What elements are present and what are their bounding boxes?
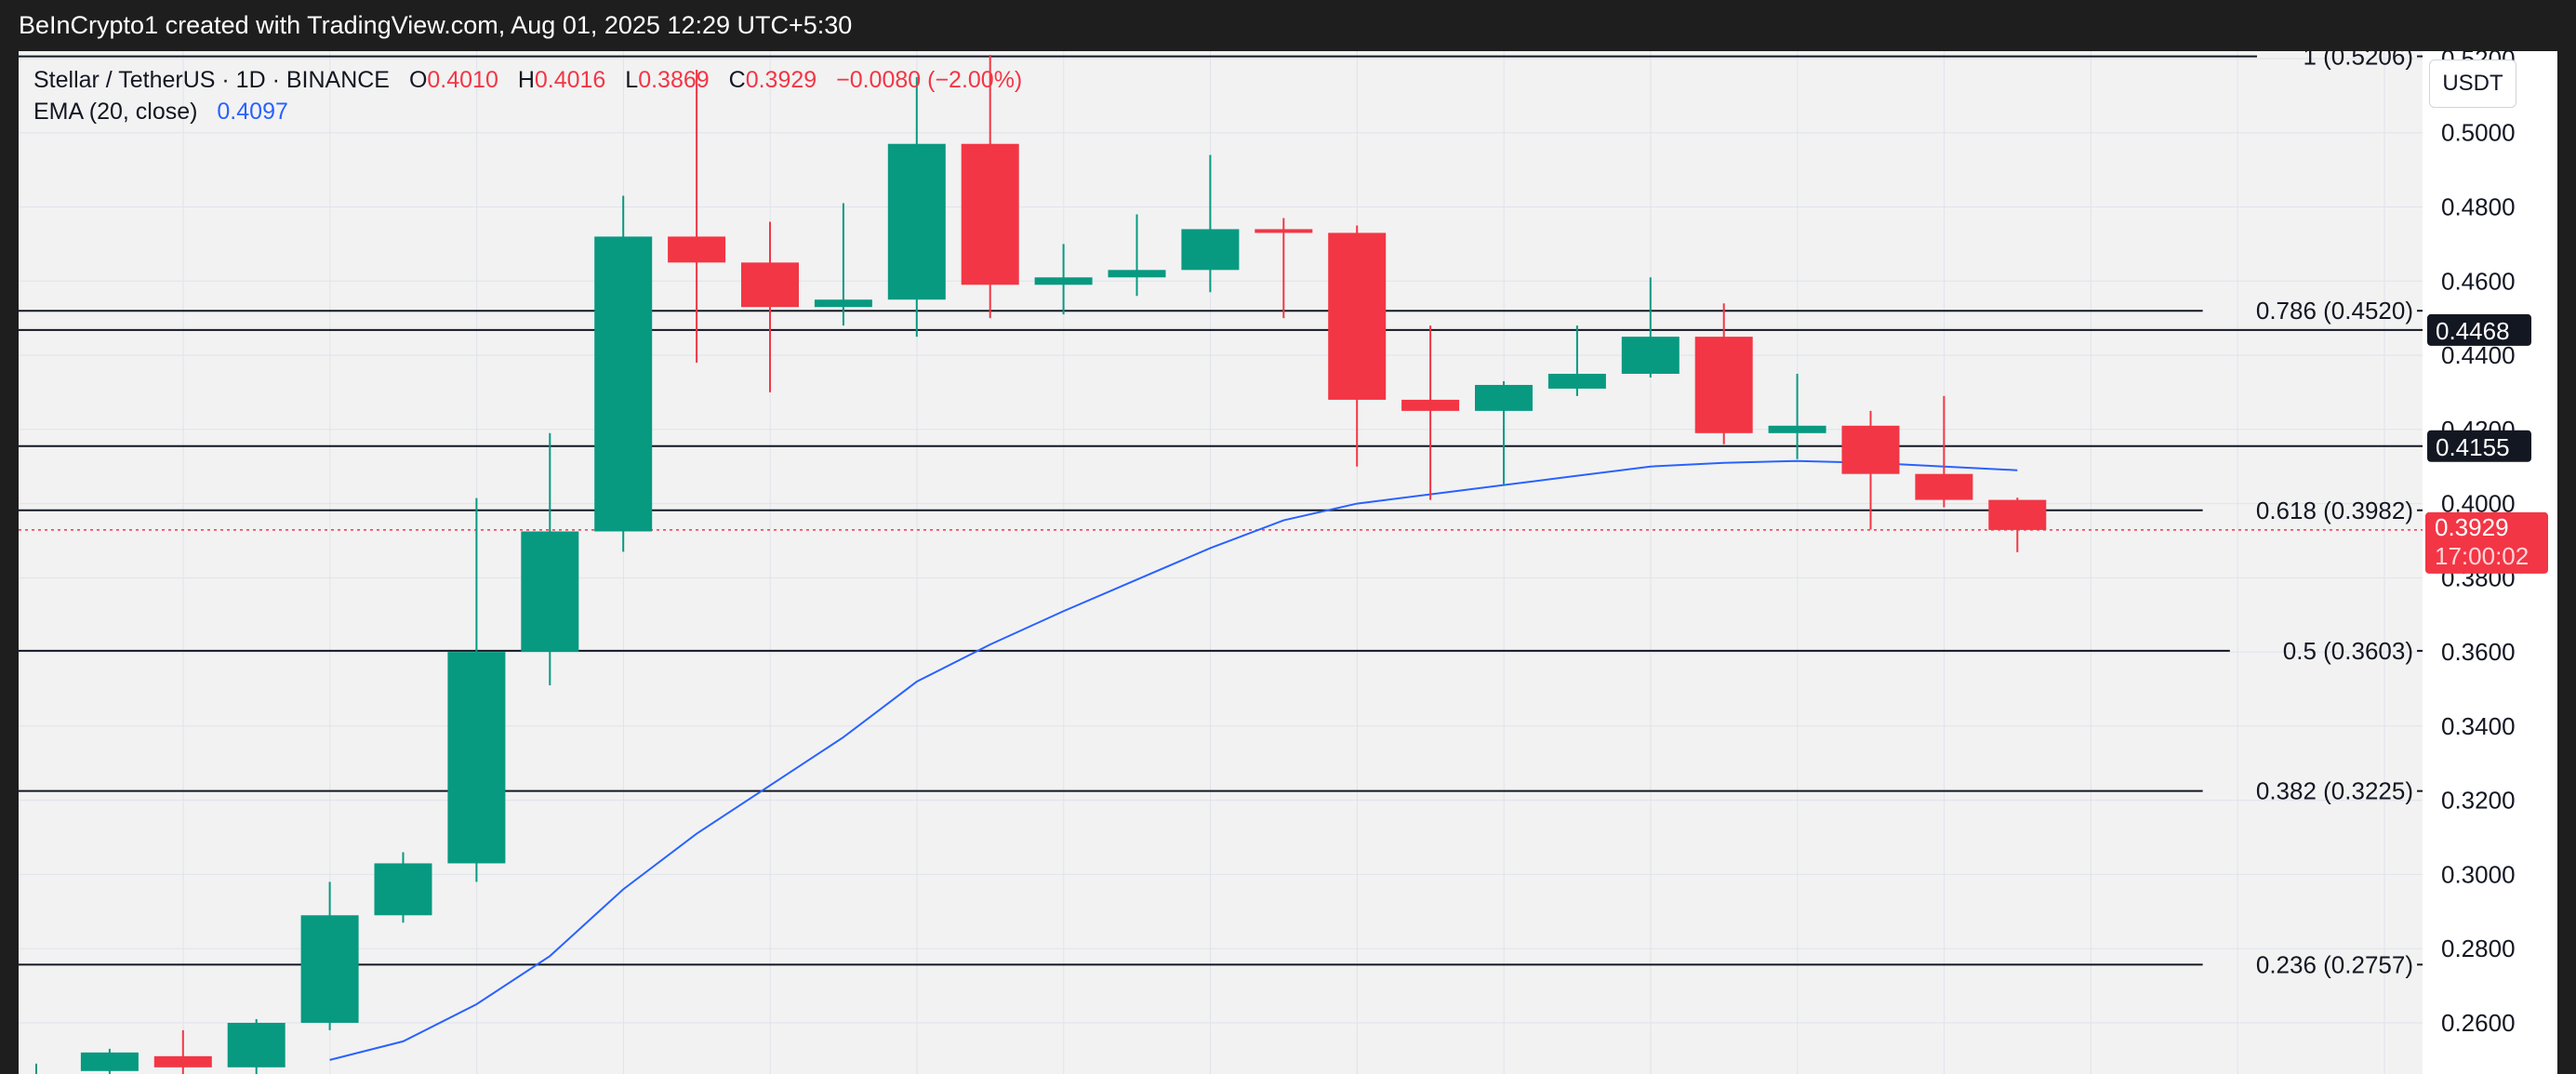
chart-canvas[interactable]: 0.52000.50000.48000.46000.44000.42000.40… — [19, 51, 2557, 1074]
attribution-text: BeInCrypto1 created with TradingView.com… — [19, 11, 853, 39]
open-value: 0.4010 — [427, 67, 498, 93]
candle-body[interactable] — [227, 1022, 285, 1067]
candle-body[interactable] — [447, 652, 506, 864]
candle-body[interactable] — [1475, 384, 1533, 411]
candle-body[interactable] — [668, 236, 726, 263]
low-value: 0.3869 — [638, 67, 710, 93]
high-label: H — [517, 67, 535, 93]
candle-body[interactable] — [1621, 337, 1680, 374]
candle-body[interactable] — [1255, 229, 1313, 233]
y-tick-label: 0.5000 — [2441, 119, 2516, 147]
close-label: C — [728, 67, 746, 93]
candle-body[interactable] — [887, 143, 946, 300]
fib-level-label: 0.236 (0.2757) — [2256, 950, 2413, 978]
fib-level-label: 0.382 (0.3225) — [2256, 777, 2413, 805]
candle-body[interactable] — [814, 299, 872, 308]
y-tick-label: 0.3200 — [2441, 787, 2516, 815]
candle-body[interactable] — [741, 262, 799, 308]
price-badge-label: 0.4468 — [2436, 317, 2510, 345]
fib-level-label: 0.5 (0.3603) — [2283, 637, 2413, 665]
y-tick-label: 0.4800 — [2441, 193, 2516, 221]
currency-button[interactable]: USDT — [2429, 60, 2516, 108]
y-tick-label: 0.2800 — [2441, 935, 2516, 962]
ohlc-row: Stellar / TetherUS · 1D · BINANCE O0.401… — [33, 64, 1022, 96]
chart-frame[interactable]: 0.52000.50000.48000.46000.44000.42000.40… — [19, 51, 2557, 1074]
y-tick-label: 0.3400 — [2441, 712, 2516, 740]
y-tick-label: 0.3000 — [2441, 860, 2516, 888]
candle-body[interactable] — [1401, 399, 1460, 411]
ema-row[interactable]: EMA (20, close) 0.4097 — [33, 96, 1022, 127]
fib-level-label: 1 (0.5206) — [2303, 51, 2413, 71]
candle-body[interactable] — [521, 531, 579, 653]
candle-body[interactable] — [1034, 277, 1093, 285]
change-value: −0.0080 (−2.00%) — [836, 67, 1023, 93]
close-value: 0.3929 — [745, 67, 817, 93]
chart-legend: Stellar / TetherUS · 1D · BINANCE O0.401… — [33, 64, 1022, 127]
candle-body[interactable] — [1181, 229, 1240, 271]
candle-body[interactable] — [961, 143, 1019, 285]
plot-area[interactable] — [19, 51, 2423, 1074]
symbol-label[interactable]: Stellar / TetherUS · 1D · BINANCE — [33, 67, 390, 93]
open-label: O — [408, 67, 428, 93]
candle-body[interactable] — [1915, 473, 1973, 500]
candle-body[interactable] — [1547, 373, 1606, 389]
candle-body[interactable] — [1988, 499, 2047, 530]
fib-level-label: 0.618 (0.3982) — [2256, 497, 2413, 524]
fib-level-label: 0.786 (0.4520) — [2256, 297, 2413, 325]
attribution-bar: BeInCrypto1 created with TradingView.com… — [0, 0, 2576, 51]
low-label: L — [625, 67, 639, 93]
candle-countdown-label: 17:00:02 — [2435, 542, 2529, 570]
candle-body[interactable] — [1108, 270, 1166, 278]
candle-body[interactable] — [1841, 425, 1900, 474]
price-badge-label: 0.4155 — [2436, 433, 2510, 461]
ema-value: 0.4097 — [217, 99, 288, 125]
candle-body[interactable] — [594, 236, 653, 532]
y-tick-label: 0.2600 — [2441, 1009, 2516, 1037]
candle-body[interactable] — [300, 915, 359, 1023]
candle-body[interactable] — [1328, 232, 1387, 400]
current-price-label: 0.3929 — [2435, 513, 2509, 541]
y-tick-label: 0.3600 — [2441, 638, 2516, 666]
candle-body[interactable] — [80, 1052, 139, 1071]
candle-body[interactable] — [153, 1055, 212, 1067]
candle-body[interactable] — [1768, 425, 1826, 433]
ema-label: EMA (20, close) — [33, 99, 198, 125]
high-value: 0.4016 — [534, 67, 606, 93]
candle-body[interactable] — [374, 863, 432, 916]
y-tick-label: 0.4600 — [2441, 267, 2516, 295]
candle-body[interactable] — [1694, 337, 1753, 433]
